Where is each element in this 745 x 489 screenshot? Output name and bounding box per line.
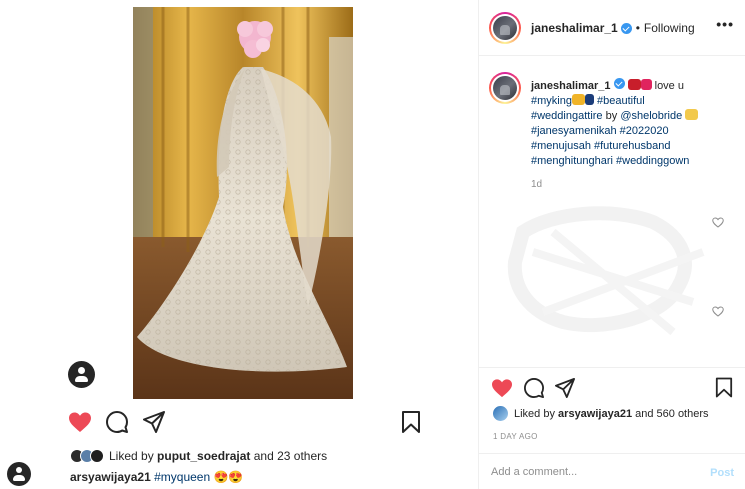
background-post-likes: Liked by puput_soedrajat and 23 others [70, 447, 327, 465]
caption-emojis: 😍😍 [213, 470, 244, 484]
liked-by-user-link[interactable]: arsyawijaya21 [558, 408, 632, 420]
post-detail-panel: janeshalimar_1 • Following ••• janeshali… [478, 0, 745, 489]
crown-emoji-icon [571, 94, 585, 105]
caption-time: 1d [531, 179, 543, 190]
add-comment-bar: Post [479, 453, 745, 489]
more-options-button[interactable]: ••• [716, 16, 734, 32]
blurred-comments [507, 206, 705, 336]
hashtag-link[interactable]: #menujusah #futurehusband [531, 140, 670, 152]
post-likes: Liked by arsyawijaya21 and 560 others [493, 406, 709, 421]
liked-by-prefix: Liked by [514, 407, 555, 420]
post-button[interactable]: Post [710, 467, 734, 479]
hashtag-link[interactable]: #weddingattire [531, 110, 603, 122]
mention-link[interactable]: @shelobride [620, 110, 682, 122]
hashtag-link[interactable]: #myking [531, 95, 572, 107]
caption-word: by [605, 110, 618, 122]
post-header: janeshalimar_1 • Following ••• [479, 0, 745, 56]
caption-line1-text: love u [654, 80, 684, 92]
post-photo[interactable] [133, 7, 353, 399]
blue-heart-emoji-icon [584, 94, 594, 105]
verified-badge-icon [613, 78, 625, 89]
hashtag-link[interactable]: #beautiful [597, 95, 645, 107]
heart-filled-icon[interactable] [491, 378, 513, 398]
comment-icon[interactable] [106, 411, 128, 433]
liker-avatars [70, 449, 104, 463]
post-date[interactable]: 1 DAY AGO [493, 432, 538, 441]
liked-by-suffix[interactable]: and 560 others [635, 408, 708, 420]
comments-area: janeshalimar_1 love u #myking #beautiful… [479, 56, 745, 366]
lips-emoji-icon [627, 79, 641, 90]
following-button[interactable]: Following [644, 21, 695, 35]
avatar [90, 449, 104, 463]
separator-dot: • [635, 21, 640, 35]
header-username-link[interactable]: janeshalimar_1 [531, 21, 618, 35]
bride-emoji-icon [685, 109, 699, 120]
hashtag-link[interactable]: #menghitunghari #weddinggown [531, 155, 689, 167]
comment-icon[interactable] [524, 378, 544, 398]
comment-like-heart-icon[interactable] [712, 217, 724, 228]
wedding-gown-photo [133, 7, 353, 399]
share-icon[interactable] [143, 411, 165, 433]
background-post-caption: arsyawijaya21 #myqueen 😍😍 [70, 470, 243, 484]
verified-badge-icon [620, 22, 632, 34]
caption-username-link[interactable]: janeshalimar_1 [531, 80, 611, 92]
tagged-user-icon[interactable] [68, 361, 95, 388]
comment-like-heart-icon[interactable] [712, 306, 724, 317]
heart-emoji-icon [640, 79, 652, 90]
hashtag-link[interactable]: #janesyamenikah #2022020 [531, 125, 669, 137]
avatar[interactable] [489, 12, 521, 44]
bookmark-icon[interactable] [715, 377, 733, 398]
post-actions [479, 367, 745, 407]
background-post-actions [68, 409, 428, 435]
header-user: janeshalimar_1 • Following [531, 21, 695, 35]
liked-by-user-link[interactable]: puput_soedrajat [157, 449, 250, 463]
liked-by-suffix[interactable]: and 23 others [254, 449, 327, 463]
avatar[interactable] [493, 406, 508, 421]
liked-by-prefix: Liked by [109, 449, 154, 463]
bookmark-icon[interactable] [401, 411, 421, 433]
background-post: Liked by puput_soedrajat and 23 others a… [0, 0, 478, 489]
share-icon[interactable] [555, 378, 575, 398]
caption-username-link[interactable]: arsyawijaya21 [70, 470, 151, 484]
hashtag-link[interactable]: #myqueen [154, 470, 210, 484]
avatar[interactable] [489, 72, 521, 104]
heart-filled-icon[interactable] [68, 411, 92, 433]
caption-text: janeshalimar_1 love u #myking #beautiful… [531, 78, 731, 169]
comment-input[interactable] [491, 466, 691, 478]
tagged-user-icon[interactable] [7, 462, 31, 486]
